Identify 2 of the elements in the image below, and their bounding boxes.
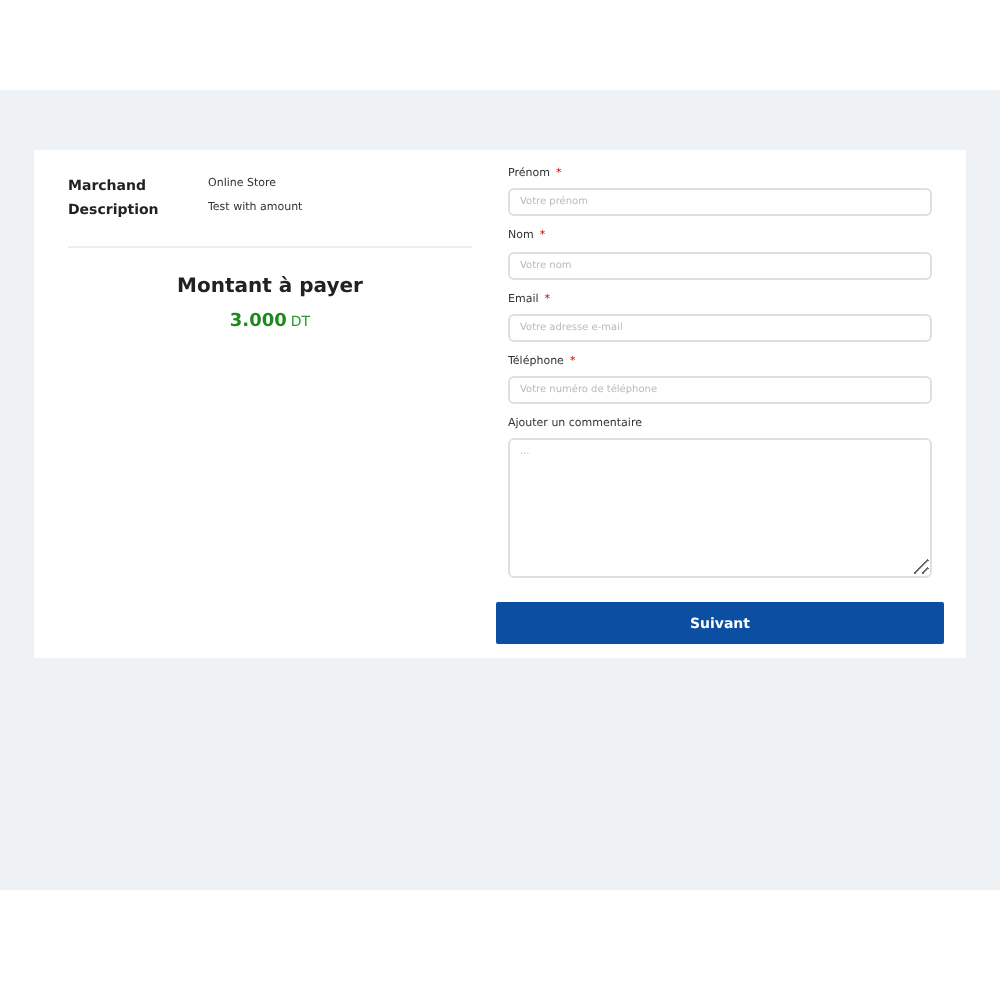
amount-title: Montant à payer bbox=[177, 274, 363, 302]
amount-value: 3.000 bbox=[229, 310, 287, 336]
